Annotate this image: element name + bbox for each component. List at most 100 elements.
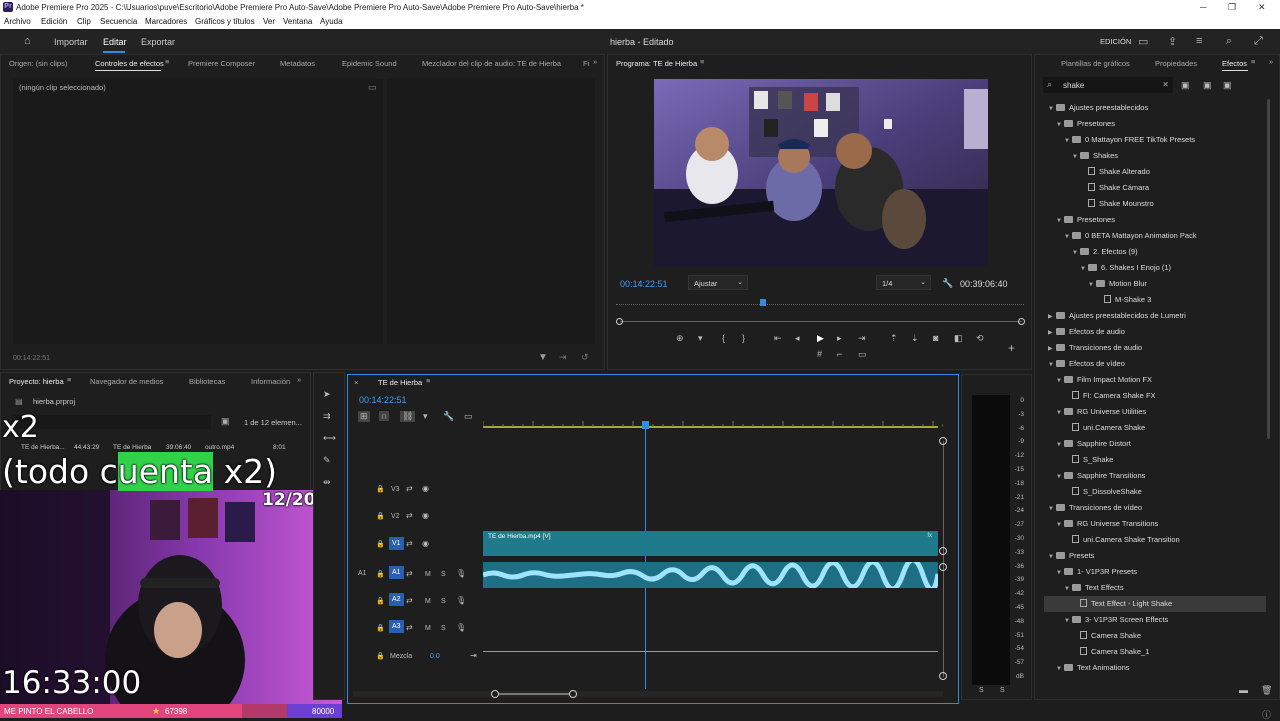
- timeline-playhead[interactable]: [641, 421, 649, 429]
- chevron-down-icon[interactable]: ▼: [1064, 581, 1072, 597]
- project-menu-icon[interactable]: ≡: [67, 375, 71, 384]
- effects-tree-item[interactable]: ▼ Text Animations: [1044, 660, 1266, 676]
- effects-tree-item[interactable]: ▼ 2. Efectos (9): [1044, 244, 1266, 260]
- effects-tree-item[interactable]: FI: Camera Shake FX: [1044, 388, 1266, 404]
- scroll-handle[interactable]: [939, 672, 947, 680]
- lock-icon[interactable]: 🔒: [376, 652, 385, 660]
- timeline-ruler[interactable]: [483, 415, 943, 431]
- effects-tree-item[interactable]: ▼ 3- V1P3R Screen Effects: [1044, 612, 1266, 628]
- vertical-scrollbar[interactable]: [943, 441, 944, 677]
- track-v2-label[interactable]: V2: [391, 513, 400, 520]
- close-sequence-icon[interactable]: ×: [354, 378, 358, 387]
- grid-icon[interactable]: #: [817, 349, 822, 359]
- selection-tool-icon[interactable]: ➤: [323, 389, 331, 400]
- clear-search-icon[interactable]: ✕: [1162, 80, 1169, 89]
- effects-tree-item[interactable]: Camera Shake: [1044, 628, 1266, 644]
- info-icon[interactable]: ⓘ: [1262, 708, 1271, 721]
- minimize-icon[interactable]: ─: [1200, 2, 1206, 12]
- lock-icon[interactable]: 🔒: [376, 570, 385, 578]
- resolution-dropdown[interactable]: 1/4 ⌄: [876, 275, 931, 290]
- mix-value[interactable]: 0.0: [430, 653, 440, 660]
- more-tabs-icon[interactable]: »: [1269, 57, 1273, 66]
- tab-plantillas-graficos[interactable]: Plantillas de gráficos: [1061, 59, 1130, 68]
- tab-informacion[interactable]: Información: [251, 377, 290, 386]
- tab-metadatos[interactable]: Metadatos: [280, 59, 315, 68]
- effects-tree-item[interactable]: ▼ Motion Blur: [1044, 276, 1266, 292]
- tab-mezclador[interactable]: Mezclador del clip de audio: TE de Hierb…: [422, 59, 561, 68]
- track-v3-label[interactable]: V3: [391, 486, 400, 493]
- home-icon[interactable]: ⌂: [24, 35, 31, 47]
- scroll-handle-right[interactable]: [569, 690, 577, 698]
- chevron-down-icon[interactable]: ▼: [1072, 245, 1080, 261]
- effects-tree-item[interactable]: ▼ Presetones: [1044, 116, 1266, 132]
- track-v1-label[interactable]: V1: [389, 537, 404, 550]
- new-folder-icon[interactable]: ▬: [1239, 685, 1248, 695]
- effects-tree-item[interactable]: ▼ 0 Mattayon FREE TikTok Presets: [1044, 132, 1266, 148]
- bin-icon[interactable]: ▣: [221, 416, 230, 427]
- eye-icon[interactable]: ◉: [422, 484, 429, 493]
- chevron-down-icon[interactable]: ▼: [1080, 261, 1088, 277]
- chevron-down-icon[interactable]: ▼: [1056, 213, 1064, 229]
- program-timecode[interactable]: 00:14:22:51: [620, 279, 668, 289]
- mute-button[interactable]: M: [425, 598, 431, 605]
- menu-graficos[interactable]: Gráficos y títulos: [195, 17, 255, 26]
- tab-editar[interactable]: Editar: [103, 37, 127, 47]
- mark-in-icon[interactable]: {: [722, 333, 725, 343]
- source-a1-label[interactable]: A1: [358, 570, 367, 577]
- chevron-down-icon[interactable]: ▼: [1048, 101, 1056, 117]
- effects-tree-item[interactable]: ▼ 0 BETA Mattayon Animation Pack: [1044, 228, 1266, 244]
- sequence-tab[interactable]: TE de Hierba: [378, 378, 422, 387]
- menu-ventana[interactable]: Ventana: [283, 17, 312, 26]
- lift-icon[interactable]: ⇡: [890, 333, 898, 344]
- chevron-down-icon[interactable]: ▼: [1056, 373, 1064, 389]
- camera-icon[interactable]: ◙: [933, 333, 938, 343]
- effects-tree-item[interactable]: S_DissolveShake: [1044, 484, 1266, 500]
- tab-exportar[interactable]: Exportar: [141, 37, 175, 47]
- chevron-down-icon[interactable]: ▼: [1056, 469, 1064, 485]
- chevron-down-icon[interactable]: ▼: [1048, 549, 1056, 565]
- tab-proyecto[interactable]: Proyecto: hierba: [9, 377, 64, 386]
- timeline-settings-icon[interactable]: 🔧: [443, 411, 454, 422]
- sync-lock-icon[interactable]: ⇄: [406, 484, 413, 493]
- more-tabs-icon[interactable]: »: [593, 57, 597, 66]
- chevron-down-icon[interactable]: ▼: [1056, 517, 1064, 533]
- microphone-icon[interactable]: 🎙: [456, 623, 466, 632]
- search-icon[interactable]: ⌕: [1226, 35, 1232, 48]
- tab-efectos[interactable]: Efectos: [1222, 59, 1247, 68]
- effects-tree-item[interactable]: uni.Camera Shake Transition: [1044, 532, 1266, 548]
- effects-tree-item[interactable]: ▼ RG Universe Transitions: [1044, 516, 1266, 532]
- chevron-down-icon[interactable]: ▼: [1056, 437, 1064, 453]
- program-video-frame[interactable]: [654, 79, 988, 267]
- vr-icon[interactable]: ⟲: [976, 333, 984, 344]
- chevron-down-icon[interactable]: ▼: [1056, 405, 1064, 421]
- program-tab[interactable]: Programa: TE de Hierba: [616, 59, 697, 68]
- add-marker-icon[interactable]: ▾: [423, 411, 428, 422]
- safe-margins-icon[interactable]: ⌐: [837, 349, 842, 359]
- menu-ver[interactable]: Ver: [263, 17, 275, 26]
- effects-tree-item[interactable]: Camera Shake_1: [1044, 644, 1266, 660]
- scroll-handle-left[interactable]: [491, 690, 499, 698]
- chevron-down-icon[interactable]: ▼: [1088, 277, 1096, 293]
- chevron-down-icon[interactable]: ▼: [1064, 133, 1072, 149]
- effects-tree-item[interactable]: ▼ Sapphire Transitions: [1044, 468, 1266, 484]
- effects-tree-item[interactable]: ▼ Ajustes preestablecidos: [1044, 100, 1266, 116]
- tab-epidemic-sound[interactable]: Epidemic Sound: [342, 59, 397, 68]
- fit-dropdown[interactable]: Ajustar ⌄: [688, 275, 748, 290]
- effects-tree-item[interactable]: ▼ Sapphire Distort: [1044, 436, 1266, 452]
- timeline-timecode[interactable]: 00:14:22:51: [359, 395, 407, 405]
- chevron-right-icon[interactable]: ▶: [1048, 325, 1056, 341]
- lock-icon[interactable]: 🔒: [376, 512, 385, 520]
- menu-ayuda[interactable]: Ayuda: [320, 17, 343, 26]
- 32bit-icon[interactable]: ▣: [1203, 80, 1212, 91]
- effects-tree-item[interactable]: ▶ Transiciones de audio: [1044, 340, 1266, 356]
- menu-edicion[interactable]: Edición: [41, 17, 67, 26]
- insert-icon[interactable]: ⇣: [911, 333, 919, 344]
- go-to-out-icon[interactable]: ⇥: [858, 333, 866, 344]
- menu-icon[interactable]: ≡: [1196, 35, 1202, 47]
- effects-tree-item[interactable]: ▼ Text Effects: [1044, 580, 1266, 596]
- chevron-down-icon[interactable]: ▼: [1056, 661, 1064, 677]
- go-to-in-icon[interactable]: ⇤: [774, 333, 782, 344]
- microphone-icon[interactable]: 🎙: [456, 569, 466, 578]
- zoom-bar[interactable]: [620, 321, 1022, 322]
- menu-secuencia[interactable]: Secuencia: [100, 17, 137, 26]
